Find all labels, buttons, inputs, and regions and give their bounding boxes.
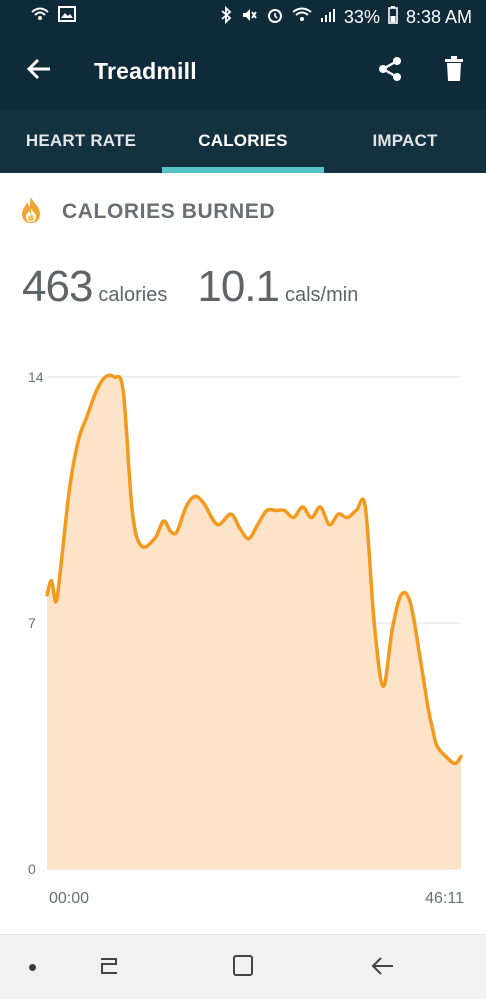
calorie-rate-unit: cals/min [284, 284, 359, 306]
status-bar: 33% 8:38 AM [0, 0, 486, 33]
x-tick-label-start: 00:00 [49, 890, 89, 907]
share-button[interactable] [358, 33, 422, 109]
battery-icon [388, 6, 398, 27]
status-left [30, 6, 76, 27]
trash-icon [444, 55, 464, 87]
section-title: CALORIES BURNED [62, 200, 276, 223]
tab-impact[interactable]: IMPACT [324, 109, 486, 173]
page-title: Treadmill [94, 57, 197, 84]
y-tick-label: 0 [28, 861, 36, 877]
calories-chart[interactable]: 14 7 0 00:00 46:11 [0, 350, 486, 920]
home-button[interactable] [226, 951, 260, 985]
back-button[interactable] [4, 33, 74, 109]
arrow-left-icon [26, 58, 52, 85]
stat-calorie-rate: 10.1 cals/min [197, 262, 358, 312]
total-calories-unit: calories [98, 284, 168, 306]
status-right: 33% 8:38 AM [220, 5, 472, 27]
calories-chart-svg: 14 7 0 00:00 46:11 [28, 369, 464, 907]
share-icon [376, 55, 404, 88]
signal-icon [320, 7, 336, 26]
alarm-icon [266, 6, 284, 27]
battery-text: 33% [343, 6, 380, 27]
stats-row: 463 calories 10.1 cals/min [22, 262, 358, 322]
flame-icon [20, 196, 42, 229]
nav-back-icon [369, 954, 395, 983]
home-icon [230, 953, 256, 984]
image-icon [58, 6, 76, 27]
stat-total-calories: 463 calories [22, 262, 167, 312]
y-tick-label: 14 [28, 369, 44, 385]
calories-area [47, 375, 461, 869]
x-tick-label-end: 46:11 [425, 890, 464, 907]
delete-button[interactable] [422, 33, 486, 109]
tab-bar: HEART RATE CALORIES IMPACT [0, 109, 486, 173]
wifi-call-icon [30, 6, 50, 27]
app-bar: Treadmill [0, 33, 486, 109]
tab-calories[interactable]: CALORIES [162, 109, 324, 173]
section-header: CALORIES BURNED [20, 194, 275, 230]
calorie-rate-value: 10.1 [197, 262, 280, 311]
clock-text: 8:38 AM [405, 6, 472, 27]
y-tick-label: 7 [28, 615, 36, 631]
recent-apps-icon [96, 955, 122, 982]
wifi-icon [292, 7, 312, 26]
tab-heart-rate[interactable]: HEART RATE [0, 109, 162, 173]
navigation-bar [0, 934, 486, 999]
total-calories-value: 463 [22, 262, 93, 311]
mute-icon [240, 6, 258, 27]
bluetooth-icon [220, 5, 232, 27]
nav-back-button[interactable] [365, 951, 399, 985]
nav-dot-icon [29, 964, 36, 971]
recent-apps-button[interactable] [92, 951, 126, 985]
